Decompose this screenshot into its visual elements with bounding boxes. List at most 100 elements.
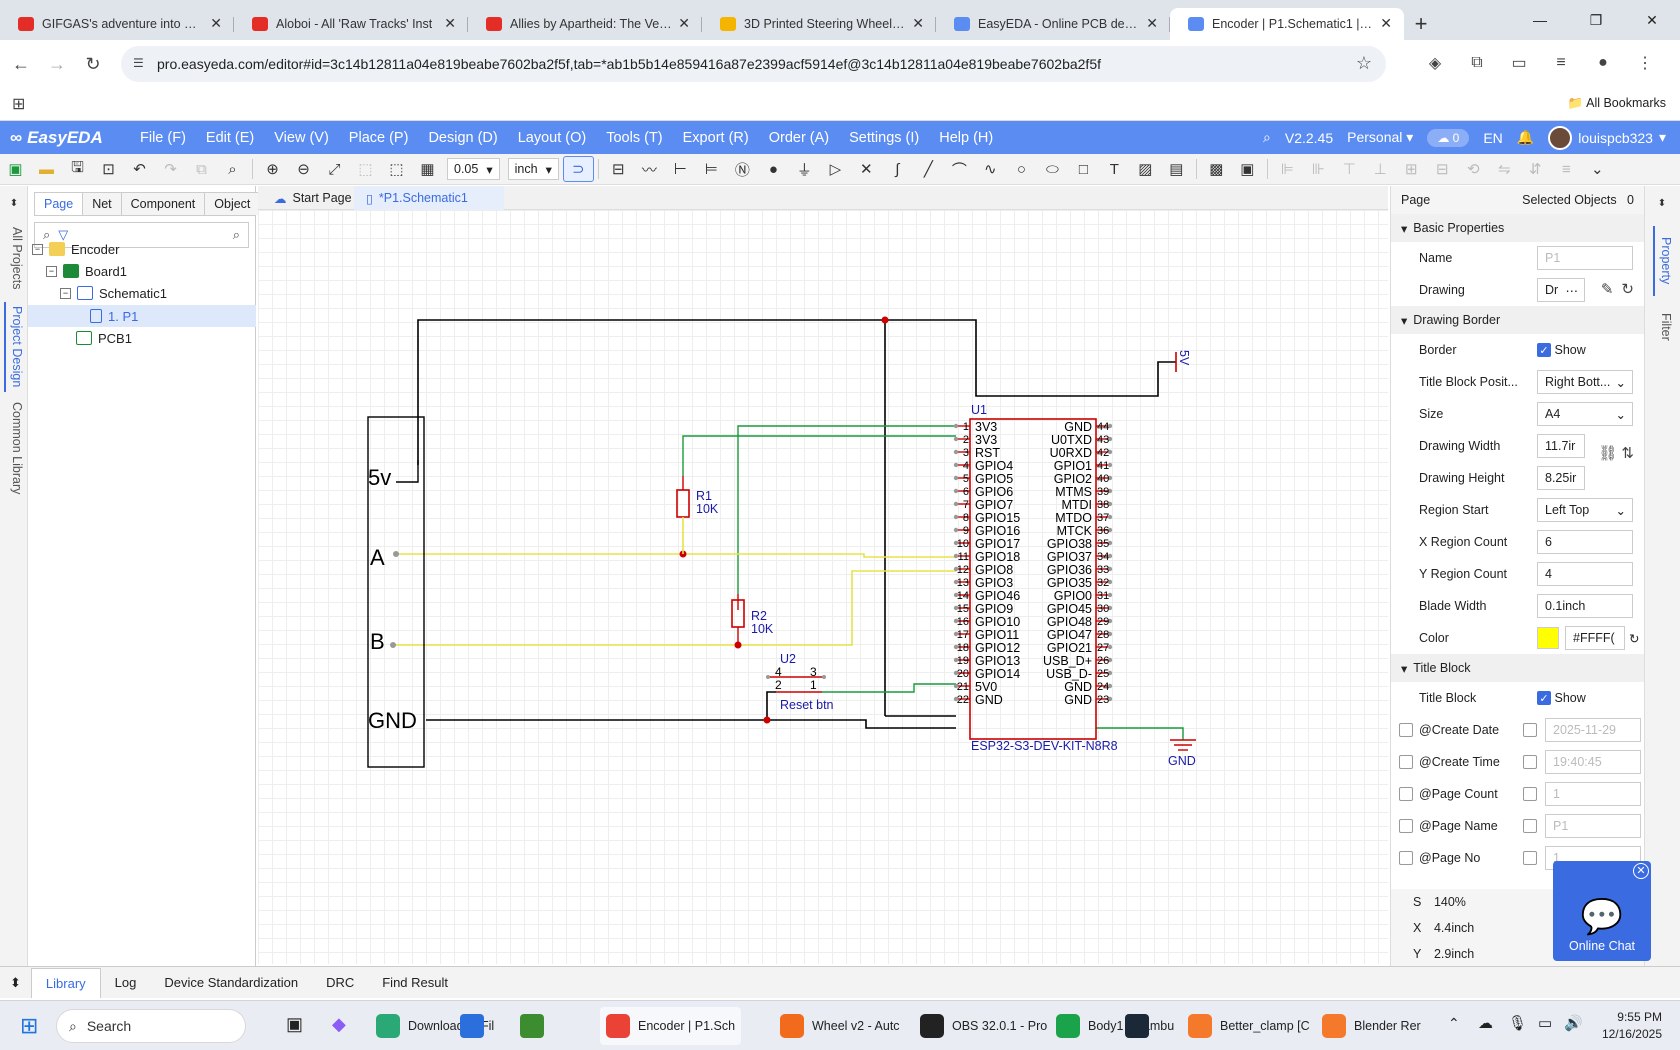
distribute-v-icon[interactable]: ⊟ (1427, 156, 1458, 182)
attribute-visible-checkbox[interactable] (1399, 787, 1413, 801)
name-field[interactable]: P1 (1537, 246, 1633, 270)
line-icon[interactable]: ╱ (913, 156, 944, 182)
menu-item[interactable]: Layout (O) (508, 130, 597, 146)
all-bookmarks-button[interactable]: 📁 All Bookmarks (1568, 96, 1666, 111)
browser-tab[interactable]: Allies by Apartheid: The Vela Inc ✕ (468, 8, 702, 40)
circle-icon[interactable]: ○ (1006, 156, 1037, 182)
section-basic-properties[interactable]: ▾ Basic Properties (1391, 214, 1644, 242)
color-swatch[interactable] (1537, 627, 1559, 649)
collapse-icon[interactable]: − (60, 287, 71, 299)
align-left-icon[interactable]: ⊫ (1272, 156, 1303, 182)
pin-icon[interactable]: ⬍ (1647, 190, 1677, 216)
minimize-icon[interactable]: — (1512, 0, 1568, 40)
collapse-icon[interactable]: − (32, 243, 43, 255)
netlist-icon[interactable]: ▣ (1232, 156, 1263, 182)
menu-item[interactable]: Place (P) (339, 130, 419, 146)
redo-icon[interactable]: ↷ (155, 156, 186, 182)
zoom-out-icon[interactable]: ⊖ (288, 156, 319, 182)
distribute-h-icon[interactable]: ⊞ (1396, 156, 1427, 182)
media-icon[interactable]: ▭ (1504, 48, 1534, 78)
browser-tab[interactable]: Aloboi - All 'Raw Tracks' Inst ✕ (234, 8, 468, 40)
image-icon[interactable]: ▨ (1130, 156, 1161, 182)
property-input[interactable]: 6 (1537, 530, 1633, 554)
taskbar-app[interactable]: Better_clamp [C (1188, 1007, 1310, 1045)
zoom-area-icon[interactable]: ⬚ (381, 156, 412, 182)
zoom-selection-icon[interactable]: ⬚ (350, 156, 381, 182)
bookmark-star-icon[interactable]: ☆ (1356, 53, 1372, 74)
tree-item-board1[interactable]: − Board1 (28, 260, 256, 282)
open-folder-icon[interactable]: ▬ (31, 156, 62, 182)
taskbar-app[interactable]: Wheel v2 - Autc (780, 1007, 900, 1045)
new-tab-button[interactable]: + (1404, 8, 1438, 40)
bus-entry-icon[interactable]: ⊨ (696, 156, 727, 182)
extensions-icon[interactable]: ⧉ (1462, 48, 1492, 78)
online-chat-button[interactable]: ✕ 💬 Online Chat (1553, 861, 1651, 961)
save-icon[interactable]: 🖫 (62, 156, 93, 182)
attribute-show-checkbox[interactable] (1523, 755, 1537, 769)
tab-start-page[interactable]: ☁ Start Page (262, 186, 364, 210)
align-right-icon[interactable]: ⊪ (1303, 156, 1334, 182)
tab-filter[interactable]: Filter (1653, 302, 1673, 352)
mirror-icon[interactable]: ⇵ (1520, 156, 1551, 182)
tab-object[interactable]: Object (204, 192, 261, 215)
display-icon[interactable]: ▭ (1538, 1014, 1552, 1032)
no-connect-icon[interactable]: ✕ (851, 156, 882, 182)
wire-icon[interactable]: 〰 (634, 156, 665, 182)
menu-item[interactable]: Help (H) (929, 130, 1003, 146)
tab-property[interactable]: Property (1653, 226, 1673, 296)
tab-log[interactable]: Log (101, 968, 151, 998)
search-icon[interactable]: ⌕ (1263, 129, 1271, 146)
property-select[interactable]: Right Bott... ⌄ (1537, 370, 1633, 394)
find-icon[interactable]: ⌕ (217, 156, 248, 182)
attribute-visible-checkbox[interactable] (1399, 851, 1413, 865)
probe-icon[interactable]: ∫ (882, 156, 913, 182)
bell-icon[interactable]: 🔔 (1517, 129, 1534, 146)
menu-item[interactable]: Tools (T) (596, 130, 672, 146)
attribute-show-checkbox[interactable] (1523, 787, 1537, 801)
menu-item[interactable]: Order (A) (759, 130, 839, 146)
border-checkbox[interactable]: ✓ (1537, 343, 1551, 357)
zoom-in-icon[interactable]: ⊕ (257, 156, 288, 182)
wire-gpio13-reset[interactable] (822, 683, 956, 693)
layer-icon[interactable]: ≡ (1551, 156, 1582, 182)
browser-tab[interactable]: Encoder | P1.Schematic1 | EasyE ✕ (1170, 8, 1404, 40)
link-aspect-icon[interactable]: ⛓ ⇅ (1598, 444, 1634, 462)
language-button[interactable]: EN (1483, 130, 1502, 146)
taskbar-app[interactable]: Blender Rer (1322, 1007, 1421, 1045)
flip-icon[interactable]: ⇋ (1489, 156, 1520, 182)
taskbar-app[interactable]: Body1 - Bambu (1056, 1007, 1174, 1045)
bus-icon[interactable]: ⊢ (665, 156, 696, 182)
minecraft-icon[interactable] (520, 1014, 544, 1038)
close-tab-icon[interactable]: ✕ (1146, 15, 1158, 32)
attribute-value-field[interactable]: 19:40:45 (1545, 750, 1641, 774)
browser-tab[interactable]: EasyEDA - Online PCB design & ✕ (936, 8, 1170, 40)
browser-menu-icon[interactable]: ⋮ (1630, 48, 1660, 78)
reset-color-icon[interactable]: ↻ (1629, 631, 1639, 646)
attribute-show-checkbox[interactable] (1523, 851, 1537, 865)
tray-network-icon[interactable]: ☁ (1478, 1014, 1493, 1032)
back-icon[interactable]: ← (6, 49, 36, 79)
net-label-icon[interactable]: Ⓝ (727, 156, 758, 182)
forward-icon[interactable]: → (42, 49, 72, 79)
attribute-show-checkbox[interactable] (1523, 723, 1537, 737)
browser-tab[interactable]: GIFGAS's adventure into Serbia ✕ (0, 8, 234, 40)
ground-icon[interactable]: ⏚ (789, 156, 820, 182)
schematic-canvas[interactable]: 5v A B GND R1 10K R2 10K U2 4 3 2 1 Rese… (258, 210, 1388, 964)
text-icon[interactable]: T (1099, 156, 1130, 182)
volume-icon[interactable]: 🔊 (1564, 1014, 1583, 1032)
close-tab-icon[interactable]: ✕ (444, 15, 456, 32)
attribute-value-field[interactable]: 2025-11-29 (1545, 718, 1641, 742)
tab-all-projects[interactable]: All Projects (4, 220, 24, 296)
mic-icon[interactable]: 🎙 (1508, 1014, 1527, 1032)
menu-item[interactable]: Export (R) (673, 130, 759, 146)
table-icon[interactable]: ▤ (1161, 156, 1192, 182)
property-select[interactable]: Left Top ⌄ (1537, 498, 1633, 522)
system-clock[interactable]: 9:55 PM 12/16/2025 (1602, 1009, 1662, 1043)
tab-library[interactable]: Library (30, 967, 101, 998)
tree-item-encoder[interactable]: − Encoder (28, 238, 256, 260)
r1-body[interactable] (676, 489, 690, 518)
grid-size-select[interactable]: 0.05 ▾ (447, 158, 500, 180)
property-input[interactable]: 8.25ir (1537, 466, 1585, 490)
arc-icon[interactable]: ⌒ (944, 156, 975, 182)
save-as-icon[interactable]: ⊡ (93, 156, 124, 182)
